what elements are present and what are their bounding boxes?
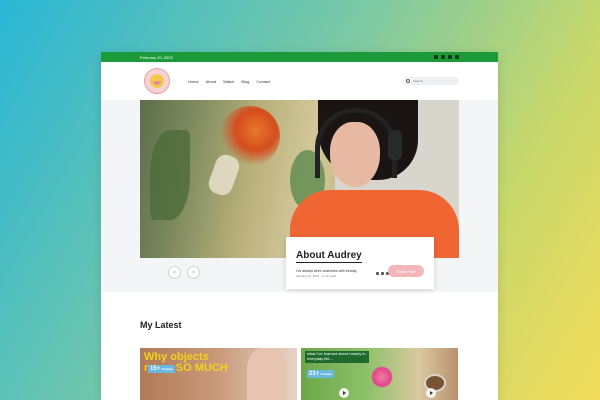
badge-label: Youtube (320, 372, 332, 376)
youtube-icon[interactable] (441, 55, 445, 59)
date-label: February 20, 2023 (140, 54, 173, 60)
badge-number: 21+ (309, 371, 320, 377)
nav-item-contact[interactable]: Contact (256, 79, 270, 84)
twitter-icon[interactable] (381, 272, 384, 275)
headphones-icon (315, 108, 397, 178)
youtube-count-badge: 15+Youtube (148, 365, 175, 373)
instagram-icon[interactable] (434, 55, 438, 59)
site-logo[interactable] (144, 68, 170, 94)
section-heading-latest: My Latest (140, 320, 182, 330)
read-post-button[interactable]: Read Post (388, 265, 424, 277)
search-box[interactable] (403, 77, 459, 85)
play-icon[interactable] (426, 388, 436, 398)
nav-item-home[interactable]: Home (188, 79, 199, 84)
nav-item-blog[interactable]: Blog (241, 79, 249, 84)
logo-face-icon (150, 74, 164, 88)
flower-image (371, 366, 393, 388)
play-icon[interactable] (339, 388, 349, 398)
youtube-count-badge: 21+Youtube (307, 370, 334, 378)
carousel-controls: ‹ › (168, 266, 200, 279)
main-navigation: Home About Watch Blog Contact (101, 62, 498, 100)
hero-image (140, 100, 459, 258)
post-excerpt: I've always been obsessed with beauty. (296, 269, 358, 273)
latest-posts: Why objects mean SO MUCH 15+Youtube what… (140, 348, 458, 400)
painting-leaf (150, 130, 190, 220)
pinterest-icon[interactable] (376, 272, 379, 275)
latest-post-card[interactable]: what I've learned about beauty in everyd… (301, 348, 458, 400)
thumbnail-person (247, 348, 287, 400)
social-icons (434, 55, 459, 59)
thumbnail-headline: what I've learned about beauty in everyd… (305, 351, 369, 363)
search-icon[interactable] (406, 79, 410, 83)
featured-post-card: About Audrey I've always been obsessed w… (286, 237, 434, 289)
search-input[interactable] (413, 79, 453, 83)
post-title[interactable]: About Audrey (296, 250, 362, 263)
nav-item-watch[interactable]: Watch (223, 79, 234, 84)
hero-section: About Audrey I've always been obsessed w… (101, 100, 498, 292)
badge-label: Youtube (161, 367, 173, 371)
website-frame: February 20, 2023 Home About Watch Blog … (101, 52, 498, 400)
top-bar: February 20, 2023 (101, 52, 498, 62)
carousel-prev-button[interactable]: ‹ (168, 266, 181, 279)
tiktok-icon[interactable] (448, 55, 452, 59)
latest-post-card[interactable]: Why objects mean SO MUCH 15+Youtube (140, 348, 297, 400)
nav-item-about[interactable]: About (206, 79, 216, 84)
badge-number: 15+ (150, 366, 161, 372)
headphone-earcup (388, 130, 402, 160)
carousel-next-button[interactable]: › (187, 266, 200, 279)
pinterest-icon[interactable] (455, 55, 459, 59)
post-meta: January 24, 2021 · 1 min read (296, 274, 337, 278)
nav-menu: Home About Watch Blog Contact (188, 79, 270, 84)
